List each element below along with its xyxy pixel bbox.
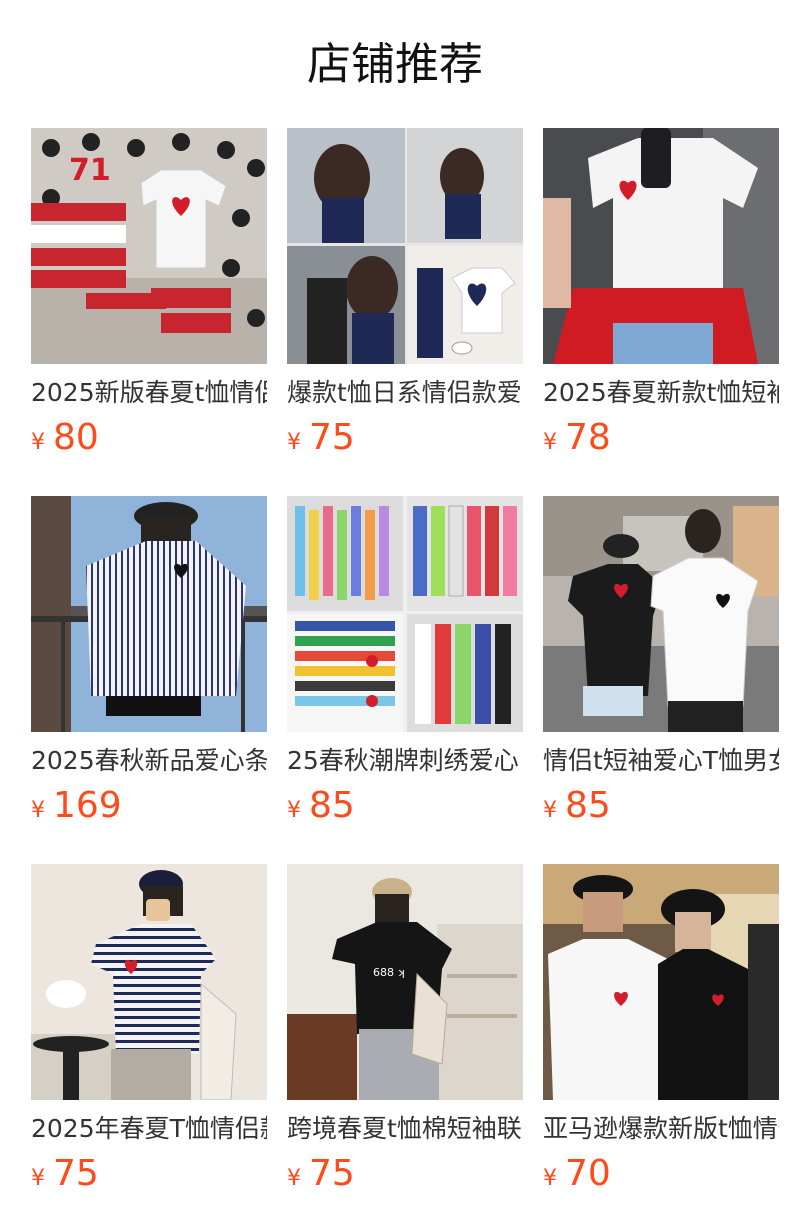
product-card[interactable]: 爆款t恤日系情侣款爱 ¥75 xyxy=(287,128,523,458)
price-amount: 80 xyxy=(53,417,99,458)
product-name[interactable]: 情侣t短袖爱心T恤男女 xyxy=(543,744,779,778)
product-price: ¥75 xyxy=(287,1154,523,1194)
product-price: ¥75 xyxy=(287,418,523,458)
product-price: ¥80 xyxy=(31,418,267,458)
price-amount: 85 xyxy=(309,785,355,826)
price-amount: 75 xyxy=(53,1153,99,1194)
product-card[interactable]: 688 ʞ 跨境春夏t恤棉短袖联 ¥75 xyxy=(287,864,523,1194)
currency-symbol: ¥ xyxy=(287,430,301,455)
product-card[interactable]: 71 2025新版春夏t恤情侣 ¥80 xyxy=(31,128,267,458)
product-price: ¥85 xyxy=(543,786,779,826)
product-name[interactable]: 2025春秋新品爱心条纹 xyxy=(31,744,267,778)
currency-symbol: ¥ xyxy=(543,1166,557,1191)
currency-symbol: ¥ xyxy=(543,430,557,455)
price-amount: 169 xyxy=(53,785,122,826)
price-amount: 75 xyxy=(309,417,355,458)
price-amount: 85 xyxy=(565,785,611,826)
product-image[interactable] xyxy=(287,128,523,364)
product-image[interactable] xyxy=(543,864,779,1100)
product-price: ¥78 xyxy=(543,418,779,458)
product-price: ¥85 xyxy=(287,786,523,826)
price-amount: 78 xyxy=(565,417,611,458)
svg-text:71: 71 xyxy=(69,153,111,188)
product-image[interactable]: 688 ʞ xyxy=(287,864,523,1100)
product-price: ¥169 xyxy=(31,786,267,826)
price-amount: 75 xyxy=(309,1153,355,1194)
product-price: ¥75 xyxy=(31,1154,267,1194)
product-name[interactable]: 25春秋潮牌刺绣爱心 xyxy=(287,744,523,778)
product-name[interactable]: 亚马逊爆款新版t恤情侣 xyxy=(543,1112,779,1146)
currency-symbol: ¥ xyxy=(287,798,301,823)
product-card[interactable]: 25春秋潮牌刺绣爱心 ¥85 xyxy=(287,496,523,826)
product-card[interactable]: 亚马逊爆款新版t恤情侣 ¥70 xyxy=(543,864,779,1194)
product-name[interactable]: 2025年春夏T恤情侣款 xyxy=(31,1112,267,1146)
product-image[interactable] xyxy=(31,864,267,1100)
product-name[interactable]: 爆款t恤日系情侣款爱 xyxy=(287,376,523,410)
product-name[interactable]: 跨境春夏t恤棉短袖联 xyxy=(287,1112,523,1146)
product-card[interactable]: 情侣t短袖爱心T恤男女 ¥85 xyxy=(543,496,779,826)
product-card[interactable]: 2025春秋新品爱心条纹 ¥169 xyxy=(31,496,267,826)
svg-text:688 ʞ: 688 ʞ xyxy=(373,966,405,979)
product-image[interactable] xyxy=(543,496,779,732)
currency-symbol: ¥ xyxy=(31,798,45,823)
currency-symbol: ¥ xyxy=(543,798,557,823)
product-image[interactable] xyxy=(287,496,523,732)
product-price: ¥70 xyxy=(543,1154,779,1194)
product-name[interactable]: 2025新版春夏t恤情侣 xyxy=(31,376,267,410)
currency-symbol: ¥ xyxy=(31,430,45,455)
currency-symbol: ¥ xyxy=(31,1166,45,1191)
product-image[interactable] xyxy=(31,496,267,732)
section-title: 店铺推荐 xyxy=(307,39,483,90)
product-image[interactable] xyxy=(543,128,779,364)
price-amount: 70 xyxy=(565,1153,611,1194)
product-card[interactable]: 2025春夏新款t恤短袖 ¥78 xyxy=(543,128,779,458)
product-name[interactable]: 2025春夏新款t恤短袖 xyxy=(543,376,779,410)
product-card[interactable]: 2025年春夏T恤情侣款 ¥75 xyxy=(31,864,267,1194)
currency-symbol: ¥ xyxy=(287,1166,301,1191)
product-image[interactable]: 71 xyxy=(31,128,267,364)
